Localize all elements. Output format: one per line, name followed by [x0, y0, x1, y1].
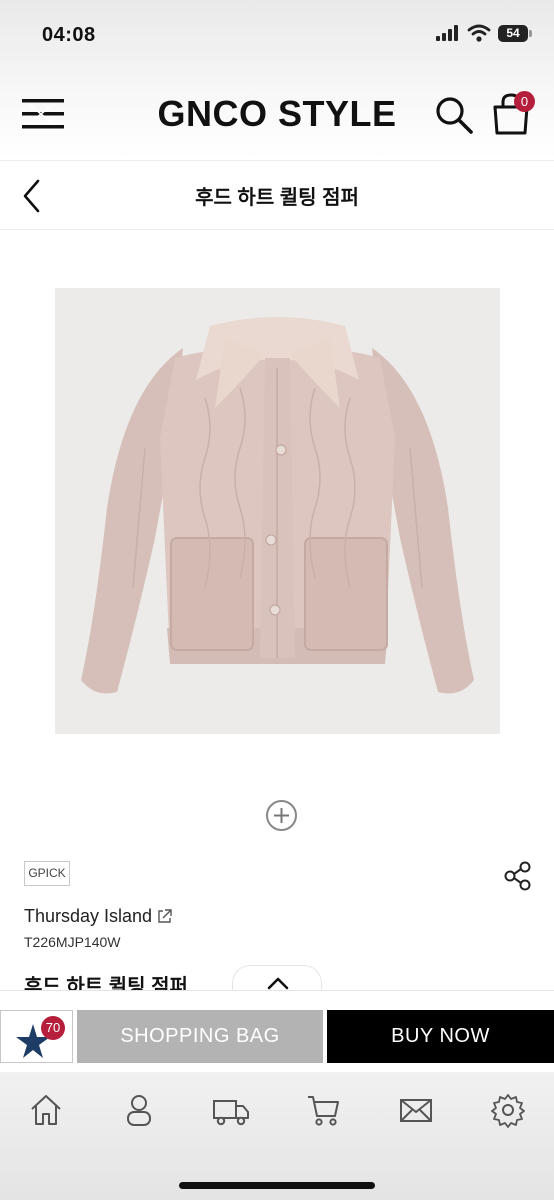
user-icon	[127, 1095, 151, 1126]
wishlist-button[interactable]: 70	[0, 1010, 73, 1063]
star-icon	[16, 1024, 50, 1058]
page-title: 후드 하트 퀼팅 점퍼	[195, 187, 359, 209]
wish-count-badge: 70	[41, 1016, 65, 1040]
cart-icon	[308, 1096, 339, 1126]
share-button[interactable]	[502, 860, 534, 892]
battery-indicator: 54	[498, 24, 532, 42]
gpick-badge: GPICK	[24, 861, 70, 886]
mail-icon	[400, 1099, 432, 1122]
share-icon	[504, 861, 531, 891]
app-header: GNCO STYLE 0	[0, 75, 554, 155]
status-bar: 04:08 54	[0, 0, 554, 70]
page-title-bar: 후드 하트 퀼팅 점퍼	[0, 160, 554, 230]
status-time: 04:08	[42, 24, 96, 46]
nav-messages[interactable]	[398, 1092, 434, 1128]
cart-count-badge: 0	[514, 91, 535, 112]
nav-settings[interactable]	[490, 1092, 526, 1128]
nav-delivery[interactable]	[212, 1092, 249, 1128]
brand-link[interactable]: Thursday Island	[24, 906, 152, 927]
signal-icon	[436, 25, 458, 41]
gear-icon	[491, 1094, 525, 1128]
external-link-icon	[158, 909, 172, 923]
search-icon	[436, 97, 473, 134]
plus-circle-icon	[266, 800, 297, 831]
bottom-nav	[0, 1072, 554, 1200]
zoom-button[interactable]	[265, 799, 298, 832]
nav-my-page[interactable]	[121, 1092, 157, 1128]
search-button[interactable]	[434, 95, 474, 135]
product-image[interactable]	[55, 288, 500, 734]
wifi-icon	[467, 24, 491, 42]
nav-cart[interactable]	[306, 1092, 342, 1128]
status-icons: 54	[436, 24, 532, 42]
product-code: T226MJP140W	[24, 934, 121, 950]
buy-now-button[interactable]: BUY NOW	[327, 1010, 554, 1063]
brand-row[interactable]: Thursday Island	[24, 906, 173, 927]
home-indicator	[179, 1182, 375, 1189]
jacket-illustration	[81, 317, 474, 694]
app-screen: 04:08 54 GNCO STYLE 0 후드 하트 퀼팅 점퍼 GPICK …	[0, 0, 554, 1200]
home-icon	[31, 1095, 61, 1125]
battery-level: 54	[506, 25, 520, 40]
purchase-action-bar: 70 SHOPPING BAG BUY NOW	[0, 990, 554, 1072]
nav-home[interactable]	[28, 1092, 64, 1128]
cart-button[interactable]: 0	[490, 91, 535, 135]
truck-icon	[213, 1100, 249, 1126]
shopping-bag-button[interactable]: SHOPPING BAG	[77, 1010, 323, 1063]
